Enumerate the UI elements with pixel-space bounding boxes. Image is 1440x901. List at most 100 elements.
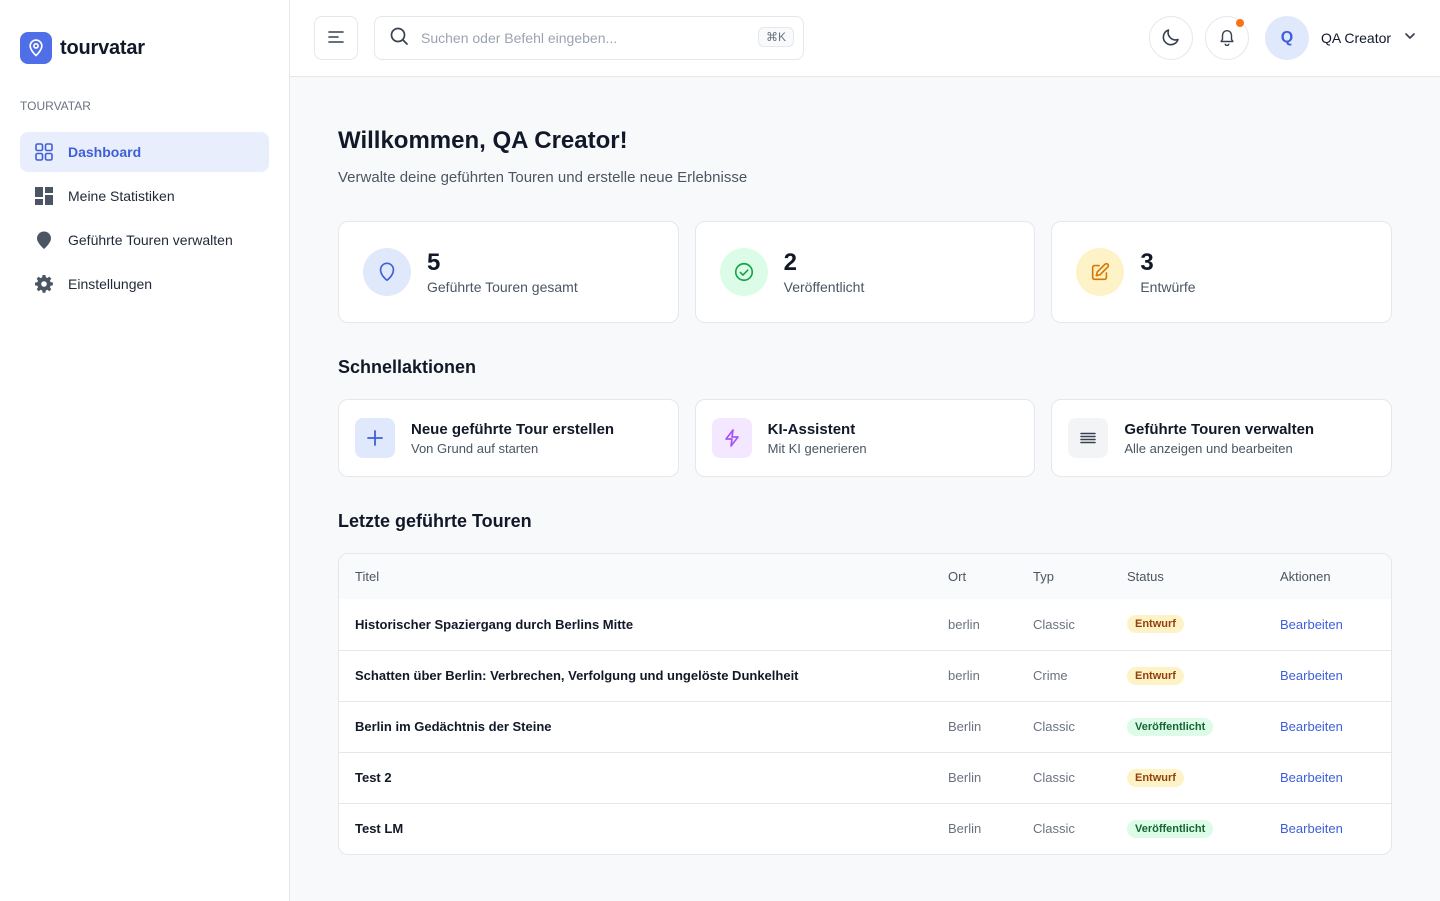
status-badge: Veröffentlicht bbox=[1127, 717, 1214, 736]
tour-place: berlin bbox=[932, 649, 1017, 701]
stat-value: 2 bbox=[783, 249, 798, 276]
location-pin-icon bbox=[34, 230, 54, 250]
check-circle-icon bbox=[719, 248, 768, 296]
ai-assistant-action[interactable]: KI-Assistent Mit KI generieren bbox=[694, 399, 1036, 477]
sidebar-item-label: Meine Statistiken bbox=[68, 188, 175, 204]
avatar: Q bbox=[1265, 16, 1309, 60]
action-title: KI-Assistent bbox=[767, 420, 856, 438]
create-tour-action[interactable]: Neue geführte Tour erstellen Von Grund a… bbox=[338, 399, 679, 477]
status-cell: Entwurf bbox=[1111, 649, 1264, 701]
page-subtitle: Verwalte deine geführten Touren und erst… bbox=[338, 169, 748, 186]
edit-link[interactable]: Bearbeiten bbox=[1280, 719, 1343, 734]
menu-toggle-button[interactable] bbox=[314, 16, 358, 60]
tour-title: Schatten über Berlin: Verbrechen, Verfol… bbox=[339, 649, 932, 701]
manage-tours-action[interactable]: Geführte Touren verwalten Alle anzeigen … bbox=[1051, 399, 1393, 477]
notifications-button[interactable] bbox=[1205, 16, 1249, 60]
quick-actions-row: Neue geführte Tour erstellen Von Grund a… bbox=[338, 399, 1393, 477]
edit-link[interactable]: Bearbeiten bbox=[1280, 821, 1343, 836]
sidebar-section-label: TOURVATAR bbox=[20, 99, 91, 113]
status-cell: Veröffentlicht bbox=[1111, 802, 1264, 854]
top-header: ⌘K Q QA Creator bbox=[290, 0, 1440, 77]
tour-place: berlin bbox=[948, 616, 980, 632]
sidebar-item-label: Einstellungen bbox=[68, 276, 153, 292]
stats-icon bbox=[34, 186, 54, 206]
notification-indicator bbox=[1236, 19, 1244, 27]
column-header-type: Typ bbox=[1017, 554, 1111, 599]
action-cell: Bearbeiten bbox=[1264, 751, 1391, 803]
action-title: Neue geführte Tour erstellen bbox=[411, 420, 615, 438]
action-cell: Bearbeiten bbox=[1264, 599, 1391, 650]
search-input[interactable] bbox=[421, 30, 741, 46]
table-row: Schatten über Berlin: Verbrechen, Verfol… bbox=[339, 649, 1391, 701]
user-menu[interactable]: Q QA Creator bbox=[1265, 16, 1417, 60]
sidebar-item-statistics[interactable]: Meine Statistiken bbox=[20, 176, 269, 216]
tour-type: Classic bbox=[1017, 802, 1111, 854]
stat-label: Entwürfe bbox=[1140, 279, 1196, 295]
sidebar-item-settings[interactable]: Einstellungen bbox=[20, 264, 269, 304]
brand[interactable]: tourvatar bbox=[20, 32, 145, 64]
tour-place: Berlin bbox=[932, 751, 1017, 803]
stat-label: Veröffentlicht bbox=[783, 279, 865, 295]
sidebar-nav: Dashboard Meine Statistiken Geführte Tou… bbox=[20, 132, 269, 308]
bell-icon bbox=[1218, 28, 1236, 49]
table-row: Test LM Berlin Classic Veröffentlicht Be… bbox=[339, 802, 1391, 854]
edit-link[interactable]: Bearbeiten bbox=[1280, 770, 1343, 785]
action-cell: Bearbeiten bbox=[1264, 649, 1391, 701]
page-title: Willkommen, QA Creator! bbox=[338, 127, 628, 154]
search-icon bbox=[389, 26, 409, 51]
tour-title: Berlin im Gedächtnis der Steine bbox=[339, 700, 932, 752]
search-bar[interactable]: ⌘K bbox=[374, 16, 804, 60]
table-row: Berlin im Gedächtnis der Steine Berlin C… bbox=[339, 700, 1391, 752]
action-desc: Alle anzeigen und bearbeiten bbox=[1124, 440, 1293, 456]
status-cell: Entwurf bbox=[1111, 599, 1264, 650]
status-badge: Veröffentlicht bbox=[1127, 819, 1214, 838]
edit-link[interactable]: Bearbeiten bbox=[1280, 617, 1343, 632]
sidebar-item-label: Dashboard bbox=[68, 144, 142, 160]
tour-type: Classic bbox=[1017, 700, 1111, 752]
recent-tours-table: Titel Ort Typ Status Aktionen Historisch… bbox=[338, 553, 1392, 855]
stats-row: 5 Geführte Touren gesamt 2 Veröffentlich… bbox=[338, 221, 1393, 323]
list-icon bbox=[1068, 418, 1109, 458]
brand-logo-icon bbox=[20, 32, 52, 64]
table-row: Historischer Spaziergang durch Berlins M… bbox=[339, 599, 1391, 650]
sidebar-item-dashboard[interactable]: Dashboard bbox=[20, 132, 269, 172]
stat-card-published: 2 Veröffentlicht bbox=[694, 221, 1036, 323]
search-shortcut-badge: ⌘K bbox=[757, 27, 794, 47]
tour-title: Historischer Spaziergang durch Berlins M… bbox=[355, 616, 634, 632]
sidebar: tourvatar TOURVATAR Dashboard Meine Stat… bbox=[0, 0, 290, 901]
dark-mode-toggle[interactable] bbox=[1149, 16, 1193, 60]
plus-icon bbox=[355, 418, 395, 458]
edit-icon bbox=[1076, 248, 1125, 296]
shield-icon bbox=[363, 248, 411, 296]
tour-title: Test LM bbox=[339, 802, 932, 854]
action-cell: Bearbeiten bbox=[1264, 700, 1391, 752]
action-desc: Von Grund auf starten bbox=[411, 440, 539, 456]
tour-place: Berlin bbox=[932, 802, 1017, 854]
stat-label: Geführte Touren gesamt bbox=[427, 279, 578, 295]
sidebar-item-manage-tours[interactable]: Geführte Touren verwalten bbox=[20, 220, 269, 260]
action-title: Geführte Touren verwalten bbox=[1124, 420, 1315, 438]
stat-card-total: 5 Geführte Touren gesamt bbox=[338, 221, 679, 323]
chevron-down-icon bbox=[1403, 29, 1417, 48]
column-header-actions: Aktionen bbox=[1264, 554, 1391, 599]
dashboard-icon bbox=[34, 142, 54, 162]
status-badge: Entwurf bbox=[1127, 768, 1184, 787]
tour-type: Crime bbox=[1017, 649, 1111, 701]
edit-link[interactable]: Bearbeiten bbox=[1280, 668, 1343, 683]
tour-type: Classic bbox=[1033, 616, 1075, 632]
lightning-icon bbox=[711, 418, 752, 458]
column-header-title: Titel bbox=[339, 554, 932, 599]
status-badge: Entwurf bbox=[1127, 615, 1184, 634]
gear-icon bbox=[34, 274, 54, 294]
tour-place: Berlin bbox=[932, 700, 1017, 752]
moon-icon bbox=[1161, 27, 1181, 50]
sidebar-item-label: Geführte Touren verwalten bbox=[68, 232, 233, 248]
status-badge: Entwurf bbox=[1127, 666, 1184, 685]
quick-actions-title: Schnellaktionen bbox=[338, 357, 477, 377]
user-name: QA Creator bbox=[1321, 30, 1392, 46]
status-cell: Entwurf bbox=[1111, 751, 1264, 803]
brand-name: tourvatar bbox=[60, 36, 145, 59]
stat-value: 5 bbox=[427, 249, 441, 276]
stat-card-drafts: 3 Entwürfe bbox=[1051, 221, 1393, 323]
table-row: Test 2 Berlin Classic Entwurf Bearbeiten bbox=[339, 751, 1391, 803]
